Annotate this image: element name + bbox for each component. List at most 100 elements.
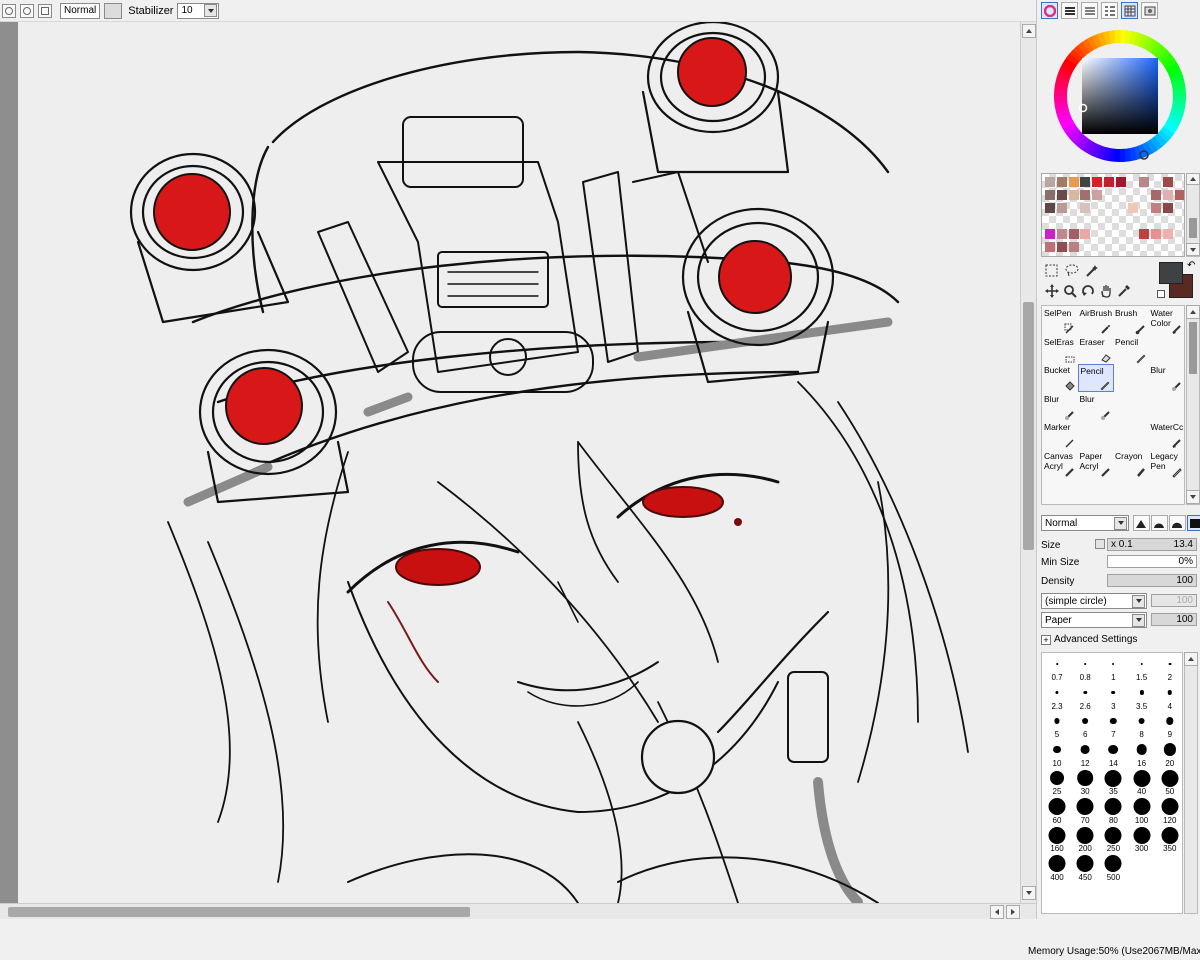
user-swatch-tab-icon[interactable] [1101, 2, 1118, 19]
size-preset[interactable]: 450 [1071, 855, 1099, 882]
size-preset[interactable]: 7 [1099, 712, 1127, 739]
hsv-sliders-tab-icon[interactable] [1081, 2, 1098, 19]
zoom-icon[interactable] [1061, 282, 1078, 299]
chevron-down-icon[interactable] [1132, 613, 1145, 627]
size-presets-scrollbar[interactable] [1184, 652, 1198, 914]
canvas-area[interactable] [0, 22, 1020, 903]
rotate-reset-icon[interactable] [2, 3, 16, 18]
brush-grid-scrollbar[interactable] [1186, 305, 1200, 505]
brush-slot-water-color[interactable]: Water Color [1149, 307, 1185, 335]
color-swatch[interactable] [1127, 203, 1138, 213]
scroll-right-icon[interactable] [1006, 905, 1020, 919]
size-preset[interactable]: 0.7 [1043, 655, 1071, 682]
size-preset[interactable]: 120 [1156, 798, 1184, 825]
color-swatch[interactable] [1115, 177, 1126, 187]
size-preset[interactable]: 10 [1043, 741, 1071, 768]
brush-slot-pencil[interactable]: Pencil [1077, 364, 1114, 393]
color-swatch[interactable] [1104, 177, 1114, 187]
scroll-down-icon[interactable] [1186, 243, 1200, 256]
size-preset[interactable]: 20 [1156, 741, 1184, 768]
size-preset[interactable]: 50 [1156, 769, 1184, 796]
color-swatch[interactable] [1163, 177, 1173, 187]
size-preset[interactable]: 14 [1099, 741, 1127, 768]
size-preset[interactable]: 8 [1128, 712, 1156, 739]
color-swatch[interactable] [1174, 190, 1184, 200]
color-swatch[interactable] [1080, 229, 1091, 239]
horizontal-scroll-thumb[interactable] [8, 907, 470, 917]
size-preset[interactable]: 1.5 [1128, 655, 1156, 682]
brush-slot-selpen[interactable]: SelPen [1042, 307, 1078, 335]
scroll-down-icon[interactable] [1186, 490, 1200, 504]
color-swatch[interactable] [1068, 242, 1079, 252]
color-swatch[interactable] [1068, 229, 1079, 239]
color-swatch[interactable] [1056, 242, 1067, 252]
chevron-down-icon[interactable] [1114, 516, 1127, 530]
size-preset[interactable]: 2.6 [1071, 684, 1099, 711]
edge-medium-icon[interactable] [1151, 515, 1168, 531]
zoom-reset-icon[interactable] [20, 3, 34, 18]
stabilizer-select[interactable]: 10 [177, 2, 220, 19]
size-preset[interactable]: 160 [1043, 826, 1071, 853]
size-preset[interactable]: 4 [1156, 684, 1184, 711]
brush-slot-brush[interactable]: Brush [1113, 307, 1149, 335]
canvas-horizontal-scrollbar[interactable] [0, 903, 1036, 919]
rgb-sliders-tab-icon[interactable] [1061, 2, 1078, 19]
brush-slot-eraser[interactable]: Eraser [1078, 336, 1114, 364]
color-swatch[interactable] [1056, 229, 1067, 239]
color-swatch[interactable] [1151, 229, 1162, 239]
size-preset[interactable]: 25 [1043, 769, 1071, 796]
size-preset[interactable]: 2 [1156, 655, 1184, 682]
size-preset[interactable]: 3.5 [1128, 684, 1156, 711]
color-swatch-grid[interactable] [1041, 173, 1185, 257]
color-swatch[interactable] [1092, 190, 1103, 200]
brush-slot-blur[interactable]: Blur [1149, 364, 1185, 392]
plus-icon[interactable]: + [1041, 634, 1051, 645]
size-preset[interactable]: 100 [1128, 798, 1156, 825]
edge-soft-icon[interactable] [1169, 515, 1186, 531]
chevron-down-icon[interactable] [204, 4, 218, 17]
primary-secondary-colors[interactable]: ↶ [1157, 260, 1197, 302]
advanced-settings-toggle[interactable]: + Advanced Settings [1041, 634, 1137, 645]
color-wheel-tab-icon[interactable] [1041, 2, 1058, 19]
color-swatch[interactable] [1139, 177, 1150, 187]
eyedropper-icon[interactable] [1115, 282, 1132, 299]
edge-flat-icon[interactable] [1187, 515, 1200, 531]
size-preset[interactable]: 30 [1071, 769, 1099, 796]
size-preset[interactable]: 6 [1071, 712, 1099, 739]
color-swatch[interactable] [1080, 203, 1091, 213]
size-slider[interactable]: x 0.1 13.4 [1107, 538, 1197, 551]
size-range-toggle-icon[interactable] [1095, 539, 1105, 549]
color-swatch[interactable] [1045, 229, 1055, 239]
color-swatch[interactable] [1056, 203, 1067, 213]
vertical-scroll-thumb[interactable] [1023, 302, 1034, 550]
scroll-left-icon[interactable] [990, 905, 1004, 919]
brush-shape-strength[interactable]: 100 [1151, 594, 1197, 607]
size-preset[interactable]: 16 [1128, 741, 1156, 768]
size-preset[interactable]: 70 [1071, 798, 1099, 825]
rotate-icon[interactable] [1079, 282, 1096, 299]
hand-icon[interactable] [1097, 282, 1114, 299]
swatch-scrollbar[interactable] [1186, 173, 1200, 257]
color-swatch[interactable] [1092, 177, 1103, 187]
size-preset[interactable]: 60 [1043, 798, 1071, 825]
color-swatch[interactable] [1068, 190, 1079, 200]
color-swatch[interactable] [1163, 190, 1173, 200]
transparent-color-icon[interactable] [1157, 290, 1165, 298]
size-preset[interactable]: 350 [1156, 826, 1184, 853]
rect-select-icon[interactable] [1043, 262, 1060, 279]
color-swatch[interactable] [1080, 190, 1091, 200]
lasso-icon[interactable] [1063, 262, 1080, 279]
brush-slot-canvas-acryl[interactable]: Canvas Acryl [1042, 450, 1078, 478]
brush-blend-select[interactable]: Normal [1041, 515, 1129, 531]
scratchpad-tab-icon[interactable] [1141, 2, 1158, 19]
size-preset[interactable]: 300 [1128, 826, 1156, 853]
size-preset[interactable]: 5 [1043, 712, 1071, 739]
color-swatch[interactable] [1045, 242, 1055, 252]
density-slider[interactable]: 100 [1107, 574, 1197, 587]
min-size-slider[interactable]: 0% [1107, 555, 1197, 568]
swatch-grid-tab-icon[interactable] [1121, 2, 1138, 19]
size-preset[interactable]: 2.3 [1043, 684, 1071, 711]
color-swatch[interactable] [1056, 190, 1067, 200]
scroll-up-icon[interactable] [1022, 24, 1036, 38]
scroll-up-icon[interactable] [1186, 173, 1200, 185]
